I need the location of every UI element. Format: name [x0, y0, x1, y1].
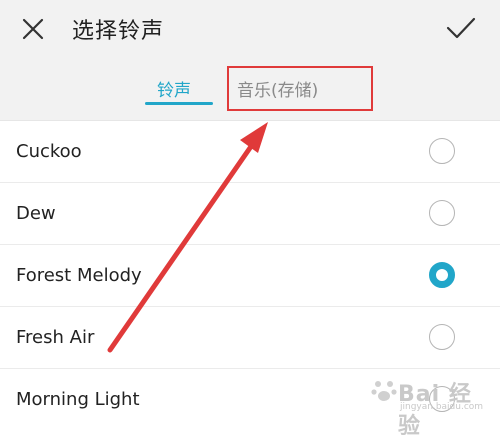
- radio-button[interactable]: [429, 200, 455, 226]
- close-button[interactable]: [18, 14, 48, 44]
- radio-button-selected[interactable]: [429, 262, 455, 288]
- watermark-url: jingyan.baidu.com: [400, 402, 484, 412]
- list-item[interactable]: Dew: [0, 183, 500, 245]
- ringtone-label: Fresh Air: [16, 327, 95, 348]
- ringtone-label: Morning Light: [16, 389, 140, 410]
- list-item[interactable]: Forest Melody: [0, 245, 500, 307]
- watermark: Bai 经验 jingyan.baidu.com: [370, 368, 490, 439]
- page-title: 选择铃声: [72, 19, 165, 44]
- list-item[interactable]: Cuckoo: [0, 121, 500, 183]
- checkmark-icon: [446, 17, 476, 39]
- radio-button[interactable]: [429, 138, 455, 164]
- radio-button[interactable]: [429, 324, 455, 350]
- ringtone-label: Cuckoo: [16, 141, 82, 162]
- tab-ringtone[interactable]: 铃声: [157, 76, 191, 101]
- ringtone-label: Forest Melody: [16, 265, 142, 286]
- list-item[interactable]: Fresh Air: [0, 307, 500, 369]
- active-tab-indicator: [145, 102, 213, 105]
- header: 选择铃声: [0, 0, 500, 58]
- annotation-highlight-box: [227, 66, 373, 111]
- ringtone-label: Dew: [16, 203, 56, 224]
- confirm-button[interactable]: [444, 13, 478, 43]
- close-icon: [22, 18, 44, 40]
- paw-icon: [371, 381, 397, 401]
